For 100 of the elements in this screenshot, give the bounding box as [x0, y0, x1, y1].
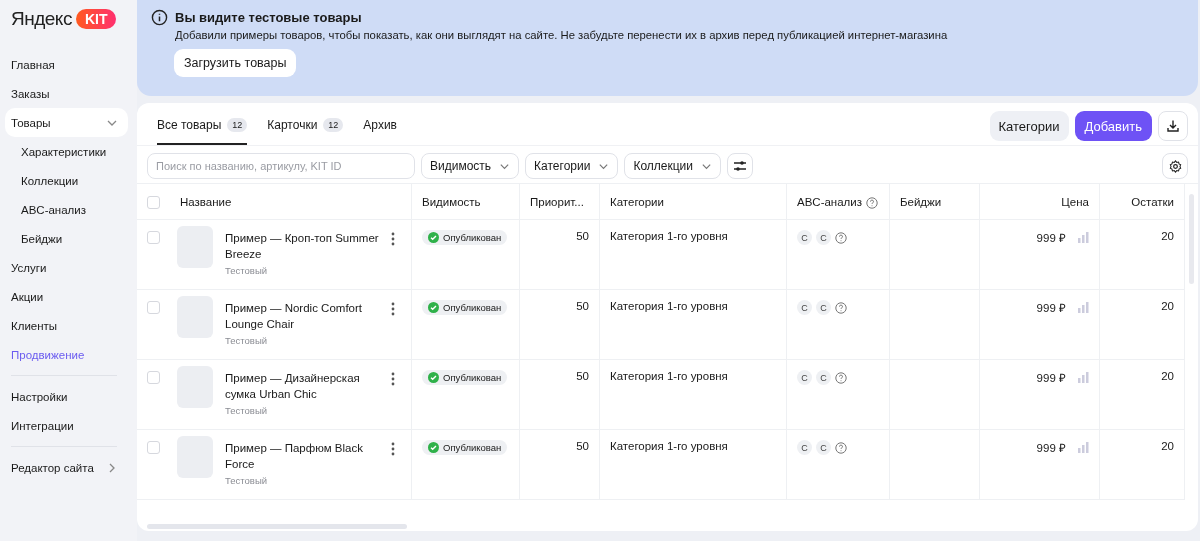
sidebar-subitem[interactable]: Коллекции [5, 166, 137, 195]
column-header: Категории [600, 184, 787, 219]
logo-badge: KIT [75, 9, 117, 29]
column-header: ABC-анализ [797, 195, 863, 208]
product-tag: Тестовый [225, 405, 383, 416]
column-header: Бейджи [890, 184, 980, 219]
abc-badge: C [797, 300, 812, 315]
sidebar-item[interactable]: Настройки [5, 382, 128, 411]
settings-button[interactable] [1162, 153, 1188, 179]
abc-badge: C [816, 440, 831, 455]
help-icon [835, 302, 847, 314]
checkbox[interactable] [147, 195, 160, 209]
upload-button[interactable]: Загрузить товары [174, 49, 297, 77]
checkbox[interactable] [147, 371, 160, 384]
abc-badge: C [816, 230, 831, 245]
product-tag: Тестовый [225, 475, 383, 486]
table-cell: Категория 1-го уровня [600, 220, 787, 289]
table-cell: Категория 1-го уровня [600, 360, 787, 429]
check-circle-icon [428, 302, 439, 313]
filter-dropdown[interactable]: Категории [525, 153, 619, 179]
price: 999 ₽ [1036, 371, 1066, 385]
status-badge: Опубликован [422, 370, 508, 385]
more-icon[interactable] [391, 442, 395, 456]
table-cell: 50 [520, 290, 600, 359]
sidebar-subitem[interactable]: ABC-анализ [5, 195, 137, 224]
filter-dropdown[interactable]: Видимость [421, 153, 520, 179]
search-field[interactable]: Поиск по названию, артикулу, KIT ID [147, 153, 415, 179]
scrollbar[interactable] [147, 524, 407, 529]
checkbox[interactable] [147, 301, 160, 314]
product-name[interactable]: Пример — Парфюм Black Force [225, 440, 383, 472]
product-tag: Тестовый [225, 335, 383, 346]
sidebar-subitem[interactable]: Характеристики [5, 137, 137, 166]
product-tag: Тестовый [225, 265, 383, 276]
table-cell: 50 [520, 360, 600, 429]
check-circle-icon [428, 232, 439, 243]
more-icon[interactable] [391, 372, 395, 386]
sidebar-item[interactable]: Продвижение [5, 340, 128, 369]
product-name[interactable]: Пример — Кроп-топ Summer Breeze [225, 230, 383, 262]
check-circle-icon [428, 442, 439, 453]
sidebar-item[interactable]: Заказы [5, 79, 128, 108]
info-icon [151, 9, 168, 26]
abc-badge: C [797, 230, 812, 245]
more-icon[interactable] [391, 302, 395, 316]
status-badge: Опубликован [422, 230, 508, 245]
check-circle-icon [428, 372, 439, 383]
help-icon [866, 196, 879, 209]
sidebar-item[interactable]: Товары [5, 108, 128, 137]
tab-label: Карточки [267, 118, 318, 132]
checkbox[interactable] [147, 441, 160, 454]
abc-badge: C [816, 300, 831, 315]
add-button[interactable]: Добавить [1074, 111, 1152, 141]
table-cell: 20 [1100, 290, 1185, 359]
sidebar-subitem[interactable]: Бейджи [5, 224, 137, 253]
banner-title: Вы видите тестовые товары [175, 10, 362, 25]
table-cell: 20 [1100, 360, 1185, 429]
sliders-icon [733, 159, 747, 173]
table-cell: Категория 1-го уровня [600, 430, 787, 499]
tab[interactable]: Все товары 12 [157, 107, 248, 145]
abc-badge: C [816, 370, 831, 385]
tab-label: Все товары [157, 118, 222, 132]
sidebar-item[interactable]: Услуги [5, 253, 128, 282]
sidebar-item[interactable]: Акции [5, 282, 128, 311]
help-icon [835, 442, 847, 454]
banner-text: Добавили примеры товаров, чтобы показать, как они выглядят на сайте. Не забудьте перенести их в архив перед публикацией интернет-магазина [175, 29, 949, 41]
price: 999 ₽ [1036, 441, 1066, 455]
status-badge: Опубликован [422, 440, 508, 455]
bar-chart-icon [1078, 442, 1089, 453]
column-header: Цена [980, 184, 1100, 219]
table-cell: Категория 1-го уровня [600, 290, 787, 359]
tab[interactable]: Карточки 12 [267, 107, 344, 145]
table-cell: 20 [1100, 220, 1185, 289]
table-cell: 50 [520, 220, 600, 289]
more-icon[interactable] [391, 232, 395, 246]
tab-label: Архив [363, 118, 397, 132]
product-name[interactable]: Пример — Nordic Comfort Lounge Chair [225, 300, 383, 332]
categories-button[interactable]: Категории [989, 111, 1069, 141]
download-button[interactable] [1158, 111, 1188, 141]
help-icon [835, 232, 847, 244]
sidebar-item[interactable]: Интеграции [5, 411, 128, 440]
sidebar-item[interactable]: Главная [5, 50, 128, 79]
product-name[interactable]: Пример — Дизайнерская сумка Urban Chic [225, 370, 383, 402]
price: 999 ₽ [1036, 231, 1066, 245]
bar-chart-icon [1078, 372, 1089, 383]
column-header: Название [180, 195, 232, 208]
tab[interactable]: Архив [363, 107, 397, 145]
column-header: Остатки [1100, 184, 1185, 219]
sidebar-item[interactable]: Редактор сайта [5, 453, 128, 482]
bar-chart-icon [1078, 302, 1089, 313]
sidebar-item[interactable]: Клиенты [5, 311, 128, 340]
count-badge: 12 [227, 118, 248, 132]
status-badge: Опубликован [422, 300, 508, 315]
filter-dropdown[interactable]: Коллекции [624, 153, 721, 179]
abc-badge: C [797, 440, 812, 455]
column-header: Видимость [412, 184, 520, 219]
table-cell: 50 [520, 430, 600, 499]
help-icon [835, 372, 847, 384]
filter-settings-button[interactable] [727, 153, 753, 179]
column-header: Приорит... [520, 184, 600, 219]
settings-icon [1168, 159, 1182, 173]
checkbox[interactable] [147, 231, 160, 244]
